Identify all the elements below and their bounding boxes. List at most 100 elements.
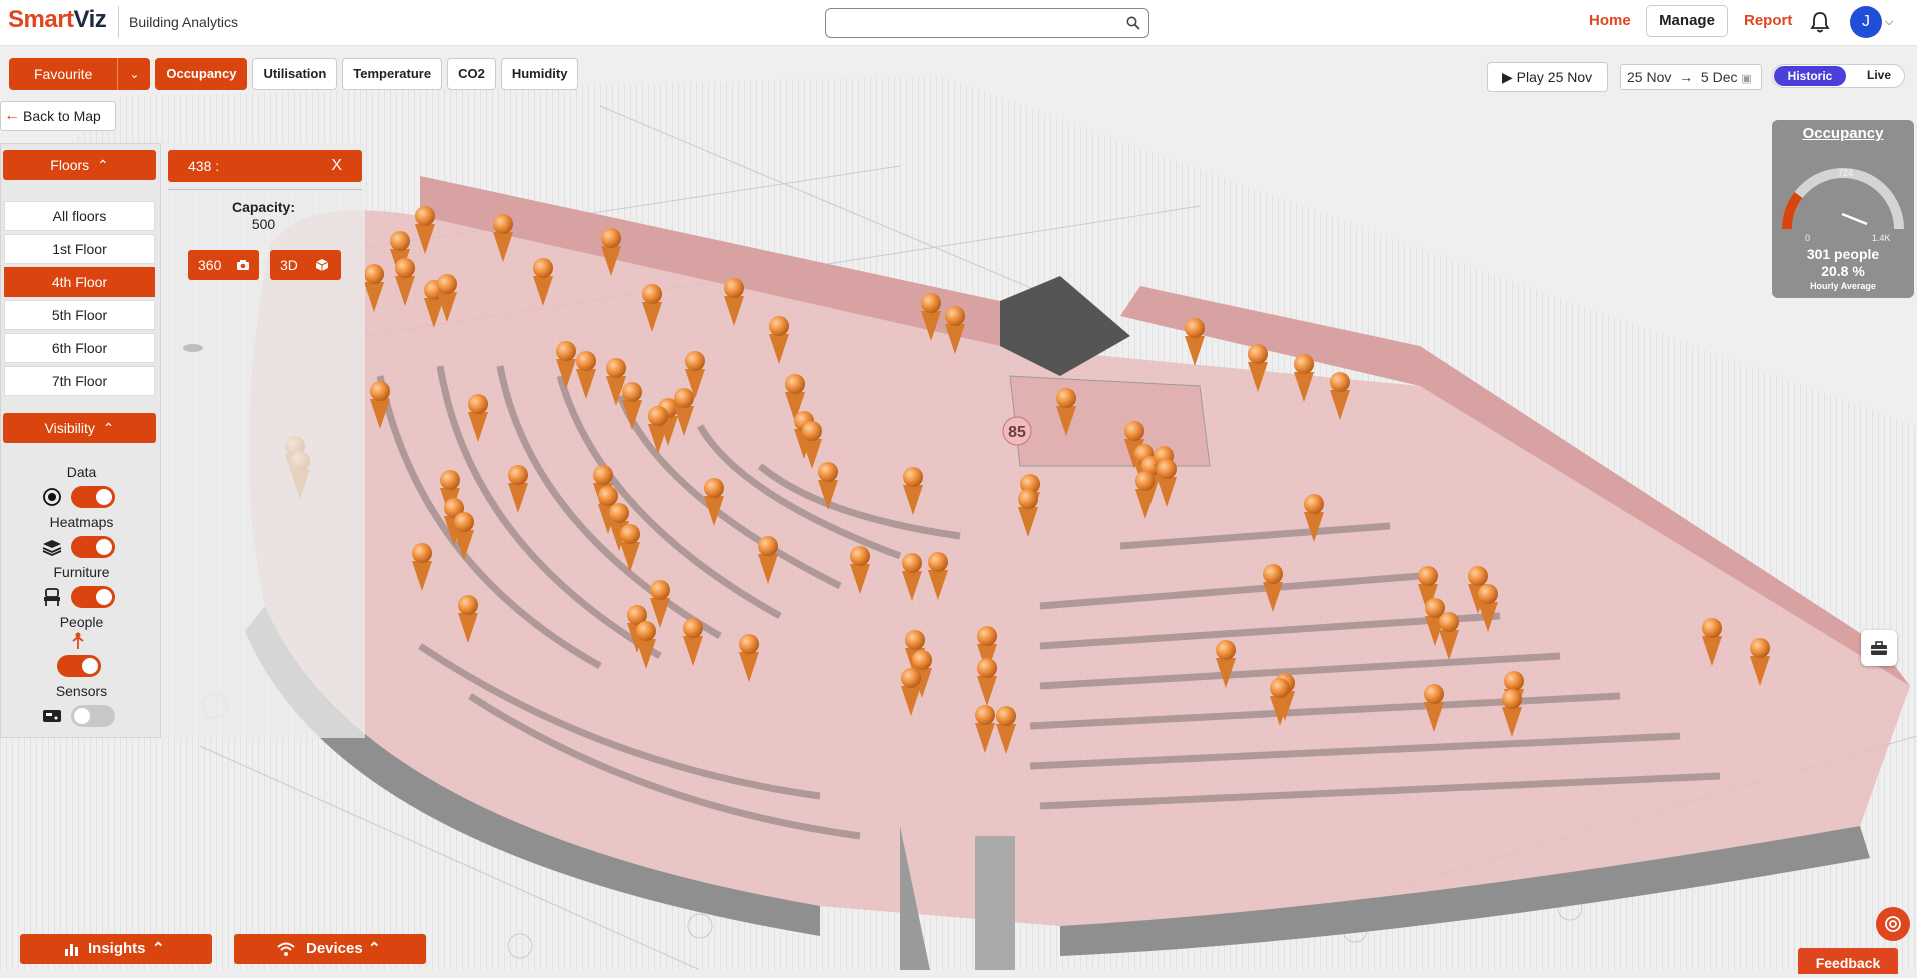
- mode-live[interactable]: Live: [1867, 68, 1891, 82]
- floors-toggle-button[interactable]: Floors ⌃: [3, 150, 156, 180]
- tab-temperature[interactable]: Temperature: [342, 58, 443, 90]
- occupancy-gauge-widget[interactable]: Occupancy 724 0 1.4K 301 people 20.8 % H…: [1772, 120, 1914, 298]
- notification-bell-icon[interactable]: [1809, 10, 1831, 34]
- devices-button[interactable]: Devices ⌃: [234, 934, 426, 964]
- visibility-label-sensors: Sensors: [55, 683, 108, 699]
- favourite-button-group[interactable]: Favourite ⌄: [9, 58, 151, 90]
- gauge-dial: [1782, 168, 1904, 230]
- bar-chart-icon: [65, 944, 78, 956]
- floor-item-1st[interactable]: 1st Floor: [4, 234, 155, 264]
- historic-live-toggle[interactable]: Historic Live: [1772, 64, 1905, 88]
- chevron-up-icon: ⌃: [368, 940, 381, 957]
- favourite-button[interactable]: Favourite: [9, 58, 119, 90]
- chair-icon: [44, 588, 60, 606]
- capacity-label: Capacity:: [231, 199, 296, 215]
- floors-visibility-panel: Floors ⌃ All floors 1st Floor 4th Floor …: [0, 143, 161, 738]
- gauge-tick-min: 0: [1805, 233, 1811, 243]
- date-range-picker[interactable]: 25 Nov → 5 Dec ▣: [1620, 64, 1762, 90]
- insights-label: Insights: [88, 940, 146, 957]
- devices-label: Devices: [306, 940, 363, 957]
- camera-icon: [237, 260, 249, 270]
- person-icon: [72, 632, 84, 649]
- data-toggle[interactable]: [71, 486, 115, 508]
- view-360-button[interactable]: 360: [188, 250, 259, 280]
- mode-historic[interactable]: Historic: [1774, 66, 1846, 86]
- logo-part2: Viz: [73, 6, 107, 33]
- tab-utilisation[interactable]: Utilisation: [252, 58, 338, 90]
- tab-occupancy[interactable]: Occupancy: [155, 58, 248, 90]
- gauge-title: Occupancy: [1802, 125, 1884, 142]
- toolbox-button[interactable]: [1861, 630, 1897, 666]
- gauge-percent: 20.8 %: [1821, 263, 1865, 279]
- toolbox-icon: [1871, 641, 1887, 655]
- date-from: 25 Nov: [1627, 69, 1672, 85]
- play-button[interactable]: ▶ Play 25 Nov: [1487, 62, 1608, 92]
- gauge-people-count: 301 people: [1806, 246, 1880, 262]
- sensors-toggle[interactable]: [71, 705, 115, 727]
- gauge-tick-max: 1.4K: [1872, 233, 1891, 243]
- room-info-panel: 438 : X Capacity: 500 360 3D: [162, 143, 365, 738]
- feedback-button[interactable]: Feedback: [1798, 948, 1898, 974]
- user-avatar[interactable]: J: [1850, 6, 1882, 38]
- search-icon[interactable]: [1126, 16, 1140, 30]
- tab-co2[interactable]: CO2: [447, 58, 496, 90]
- nav-home-link[interactable]: Home: [1589, 12, 1631, 29]
- wifi-icon: [277, 942, 295, 956]
- chevron-up-icon: ⌃: [98, 420, 115, 436]
- insights-button[interactable]: Insights ⌃: [20, 934, 212, 964]
- people-toggle[interactable]: [57, 655, 101, 677]
- close-icon[interactable]: X: [331, 150, 342, 182]
- capacity-value: 500: [251, 216, 276, 232]
- visibility-label-people: People: [59, 614, 104, 630]
- app-subtitle: Building Analytics: [129, 14, 238, 30]
- furniture-toggle[interactable]: [71, 586, 115, 608]
- visibility-header: Visibility: [44, 420, 95, 436]
- divider: [168, 189, 362, 190]
- scene-marker-label: 85: [1008, 424, 1026, 441]
- floor-item-6th[interactable]: 6th Floor: [4, 333, 155, 363]
- play-label: Play 25 Nov: [1516, 69, 1593, 85]
- room-title-bar: 438 : X: [168, 150, 362, 182]
- sensor-icon: [43, 710, 61, 722]
- data-icon: [43, 488, 61, 506]
- gauge-needle: [1841, 212, 1868, 226]
- tab-humidity[interactable]: Humidity: [500, 58, 579, 90]
- help-button[interactable]: [1876, 907, 1910, 941]
- gauge-caption: Hourly Average: [1810, 281, 1876, 291]
- date-to: 5 Dec: [1700, 69, 1738, 85]
- gauge-tick-mid: 724: [1838, 168, 1854, 178]
- view-3d-label: 3D: [280, 257, 298, 273]
- arrow-left-icon: ←: [4, 107, 20, 124]
- chevron-down-icon[interactable]: ⌵: [1885, 16, 1893, 29]
- logo-part1: Smart: [8, 6, 74, 33]
- heatmaps-toggle[interactable]: [71, 536, 115, 558]
- visibility-label-furniture: Furniture: [53, 564, 110, 580]
- floor-item-4th[interactable]: 4th Floor: [4, 267, 155, 297]
- floor-item-5th[interactable]: 5th Floor: [4, 300, 155, 330]
- gauge-fill: [1782, 191, 1803, 230]
- nav-report-link[interactable]: Report: [1744, 12, 1792, 29]
- back-label: Back to Map: [23, 108, 101, 124]
- help-icon: [1885, 916, 1901, 932]
- logo[interactable]: SmartViz: [8, 6, 107, 34]
- search-input[interactable]: [834, 10, 1114, 36]
- brand-divider: [118, 6, 119, 38]
- nav-manage-button[interactable]: Manage: [1646, 5, 1728, 37]
- search-box[interactable]: [825, 8, 1149, 38]
- chevron-up-icon: ⌃: [152, 940, 165, 957]
- visibility-toggle-button[interactable]: Visibility ⌃: [3, 413, 156, 443]
- back-to-map-button[interactable]: ← Back to Map: [0, 101, 116, 131]
- top-bar: SmartViz Building Analytics Home Manage …: [0, 0, 1917, 46]
- visibility-label-heatmaps: Heatmaps: [49, 514, 114, 530]
- cube-icon: [315, 259, 329, 271]
- floor-item-all[interactable]: All floors: [4, 201, 155, 231]
- chevron-down-icon[interactable]: ⌄: [118, 58, 150, 90]
- visibility-label-data: Data: [66, 464, 97, 480]
- arrow-right-icon: →: [1675, 69, 1698, 85]
- floor-item-7th[interactable]: 7th Floor: [4, 366, 155, 396]
- metric-toolbar: Favourite ⌄ Occupancy Utilisation Temper…: [9, 58, 579, 90]
- view-360-label: 360: [198, 257, 222, 273]
- view-3d-button[interactable]: 3D: [270, 250, 341, 280]
- calendar-icon: ▣: [1741, 73, 1752, 85]
- room-title: 438 :: [188, 158, 220, 174]
